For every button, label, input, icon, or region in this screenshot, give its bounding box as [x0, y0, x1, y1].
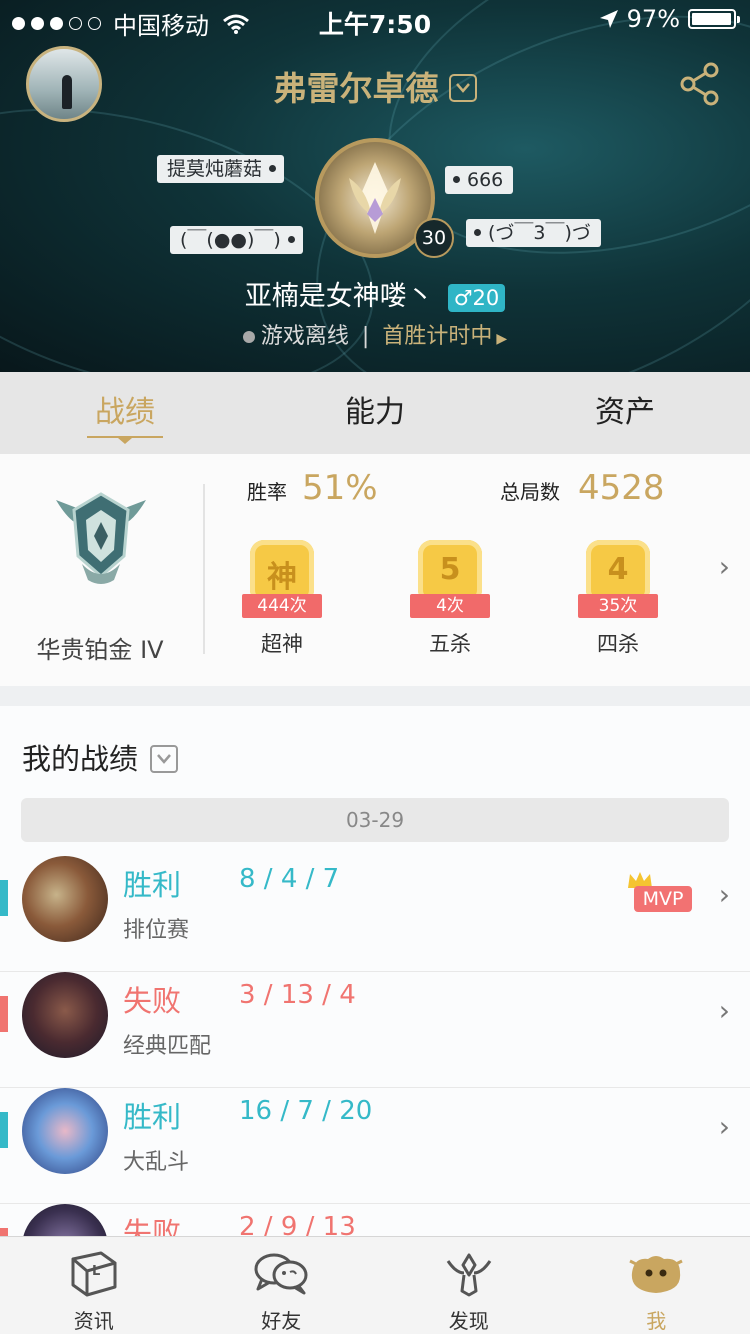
server-title[interactable]: 弗雷尔卓德: [0, 62, 750, 110]
match-row[interactable]: 失败 3 / 13 / 4 经典匹配 ›: [0, 972, 750, 1088]
match-records: 我的战绩 03-29 胜利 8 / 4 / 7 排位赛 MVP › 失败 3 /…: [0, 706, 750, 1236]
tab-record[interactable]: 战绩: [0, 372, 250, 454]
achievement-count: 35次: [578, 594, 658, 618]
first-win-timer[interactable]: 首胜计时中: [382, 324, 492, 349]
achievement-count: 4次: [410, 594, 490, 618]
date-header: 03-29: [21, 798, 729, 842]
chevron-down-icon[interactable]: [448, 73, 477, 102]
chat-bubbles-icon: [254, 1253, 308, 1295]
poro-icon: [629, 1256, 683, 1293]
caret-right-icon: ▶: [496, 331, 508, 347]
achievement-pentakill: 5 4次 五杀: [400, 540, 500, 658]
gender-level-badge: ♂20: [447, 283, 506, 312]
chevron-right-icon[interactable]: ›: [719, 878, 730, 911]
badge-char: 5: [439, 552, 461, 587]
impression-tag[interactable]: (づ￣3￣)づ: [466, 219, 601, 247]
tab-assets[interactable]: 资产: [500, 372, 750, 454]
chevron-down-icon[interactable]: [150, 745, 179, 773]
chevron-right-icon[interactable]: ›: [719, 994, 730, 1027]
mvp-badge: MVP: [634, 886, 692, 912]
achievement-label: 五杀: [429, 632, 471, 656]
share-icon[interactable]: [680, 62, 720, 106]
online-status: 游戏离线: [260, 324, 349, 349]
achievement-quadrakill: 4 35次 四杀: [568, 540, 668, 658]
achievement-legendary: 神 444次 超神: [232, 540, 332, 658]
nav-friends[interactable]: 好友: [188, 1237, 376, 1334]
match-mode: 经典匹配: [123, 1034, 212, 1059]
match-row[interactable]: 胜利 16 / 7 / 20 大乱斗 ›: [0, 1088, 750, 1204]
total-games-label: 总局数: [500, 480, 560, 504]
section-separator: [0, 686, 750, 706]
win-indicator: [0, 880, 8, 916]
impression-tag[interactable]: 666: [445, 166, 514, 194]
hero-avatar: [22, 1088, 108, 1174]
records-title: 我的战绩: [22, 742, 139, 776]
online-status-row: 游戏离线 | 首胜计时中 ▶: [0, 318, 750, 350]
match-result: 失败: [123, 1216, 182, 1236]
nav-news[interactable]: L 资讯: [0, 1237, 188, 1334]
match-kda: 16 / 7 / 20: [239, 1096, 373, 1126]
battery-fill: [692, 13, 731, 25]
hero-avatar: [22, 1204, 108, 1236]
bottom-nav: L 资讯 好友 发现 我: [0, 1236, 750, 1334]
achievement-label: 四杀: [597, 632, 639, 656]
achievement-count: 444次: [242, 594, 322, 618]
match-kda: 2 / 9 / 13: [239, 1212, 356, 1236]
chevron-right-icon[interactable]: ›: [719, 550, 730, 583]
player-name-row: 亚楠是女神喽丶 ♂20: [0, 274, 750, 313]
discover-icon: [446, 1253, 491, 1297]
nav-label: 发现: [448, 1309, 489, 1333]
match-row[interactable]: 失败 2 / 9 / 13: [0, 1204, 750, 1236]
offline-dot-icon: [242, 331, 255, 343]
badge-char: 神: [267, 560, 297, 595]
nav-label: 我: [646, 1309, 667, 1333]
impression-tag[interactable]: (￣(●●)￣): [170, 226, 303, 254]
achievement-label: 超神: [261, 632, 303, 656]
total-games-value: 4528: [578, 468, 665, 508]
win-indicator: [0, 1112, 8, 1148]
platinum-rank-icon: [56, 492, 146, 584]
nav-discover[interactable]: 发现: [375, 1237, 563, 1334]
book-icon: L: [71, 1251, 117, 1297]
stats-panel[interactable]: 华贵铂金 IV 胜率 51% 总局数 4528 神 444次 超神 5 4次 五…: [0, 454, 750, 686]
match-mode: 排位赛: [123, 918, 190, 943]
svg-text:L: L: [92, 1264, 100, 1279]
records-title-row[interactable]: 我的战绩: [22, 736, 179, 778]
profile-header: 中国移动 上午7:50 97% 弗雷尔卓德 提莫炖蘑菇 666 (￣(●●)￣)…: [0, 0, 750, 372]
rank-name: 华贵铂金 IV: [36, 636, 164, 664]
nav-me[interactable]: 我: [563, 1237, 750, 1334]
divider: [203, 484, 205, 654]
winrate-value: 51%: [302, 468, 378, 508]
loss-indicator: [0, 996, 8, 1032]
status-bar: 中国移动 上午7:50 97%: [0, 0, 750, 40]
match-row[interactable]: 胜利 8 / 4 / 7 排位赛 MVP ›: [0, 856, 750, 972]
battery-percent: 97%: [626, 5, 680, 33]
match-kda: 8 / 4 / 7: [239, 864, 340, 894]
status-separator: |: [361, 324, 370, 349]
match-mode: 大乱斗: [123, 1150, 190, 1175]
nav-label: 资讯: [73, 1309, 114, 1333]
location-arrow-icon: [599, 10, 618, 28]
match-result: 失败: [123, 984, 182, 1018]
chevron-right-icon[interactable]: ›: [719, 1110, 730, 1143]
battery-icon: [688, 9, 740, 29]
level-badge: 30: [414, 218, 454, 258]
hero-avatar: [22, 856, 108, 942]
match-result: 胜利: [123, 868, 182, 902]
player-name: 亚楠是女神喽丶: [244, 281, 434, 312]
tab-ability[interactable]: 能力: [250, 372, 500, 454]
loss-indicator: [0, 1228, 8, 1236]
match-kda: 3 / 13 / 4: [239, 980, 356, 1010]
match-result: 胜利: [123, 1100, 182, 1134]
hero-avatar: [22, 972, 108, 1058]
badge-char: 4: [607, 552, 629, 587]
winrate-label: 胜率: [247, 480, 287, 504]
impression-tag[interactable]: 提莫炖蘑菇: [157, 155, 285, 183]
profile-tabs: 战绩 能力 资产: [0, 372, 750, 454]
nav-label: 好友: [261, 1309, 302, 1333]
server-name: 弗雷尔卓德: [273, 69, 439, 108]
